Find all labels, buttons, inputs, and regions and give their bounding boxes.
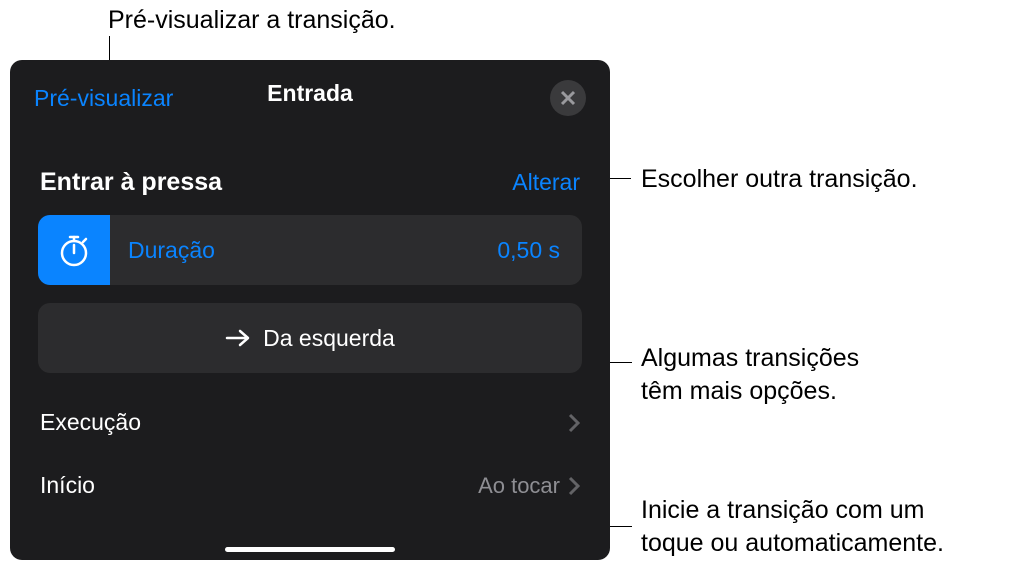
callout-change-text: Escolher outra transição. <box>641 165 918 193</box>
callout-change: Escolher outra transição. <box>641 163 918 196</box>
stopwatch-icon <box>56 232 92 268</box>
preview-button[interactable]: Pré-visualizar <box>34 85 173 112</box>
chevron-right-icon <box>568 476 580 496</box>
callout-start: Inicie a transição com um toque ou autom… <box>641 494 944 559</box>
section-header: Entrar à pressa Alterar <box>10 130 610 215</box>
start-row[interactable]: Início Ao tocar <box>10 454 610 517</box>
direction-content: Da esquerda <box>225 325 395 352</box>
callout-start-text1: Inicie a transição com um <box>641 496 924 524</box>
execution-label: Execução <box>40 409 141 436</box>
duration-icon-wrap <box>38 215 110 285</box>
transition-name: Entrar à pressa <box>40 168 222 197</box>
callout-options-text1: Algumas transições <box>641 344 859 372</box>
transition-panel: Pré-visualizar Entrada Entrar à pressa A… <box>10 60 610 560</box>
row-right <box>568 413 580 433</box>
home-indicator <box>225 547 395 552</box>
execution-row[interactable]: Execução <box>10 391 610 454</box>
change-button[interactable]: Alterar <box>512 169 580 196</box>
callout-preview-text: Pré-visualizar a transição. <box>108 6 396 34</box>
arrow-right-icon <box>225 327 251 349</box>
direction-label: Da esquerda <box>263 325 395 352</box>
start-value: Ao tocar <box>478 473 560 499</box>
callout-options-text2: têm mais opções. <box>641 377 837 405</box>
panel-title: Entrada <box>267 80 353 107</box>
row-right: Ao tocar <box>478 473 580 499</box>
close-icon <box>560 90 576 106</box>
callout-preview: Pré-visualizar a transição. <box>108 4 396 37</box>
callout-options: Algumas transições têm mais opções. <box>641 342 859 407</box>
duration-value: 0,50 s <box>497 237 582 264</box>
chevron-right-icon <box>568 413 580 433</box>
callout-start-text2: toque ou automaticamente. <box>641 529 944 557</box>
duration-label: Duração <box>110 237 497 264</box>
close-button[interactable] <box>550 80 586 116</box>
duration-row[interactable]: Duração 0,50 s <box>38 215 582 285</box>
panel-header: Pré-visualizar Entrada <box>10 60 610 130</box>
direction-row[interactable]: Da esquerda <box>38 303 582 373</box>
start-label: Início <box>40 472 95 499</box>
